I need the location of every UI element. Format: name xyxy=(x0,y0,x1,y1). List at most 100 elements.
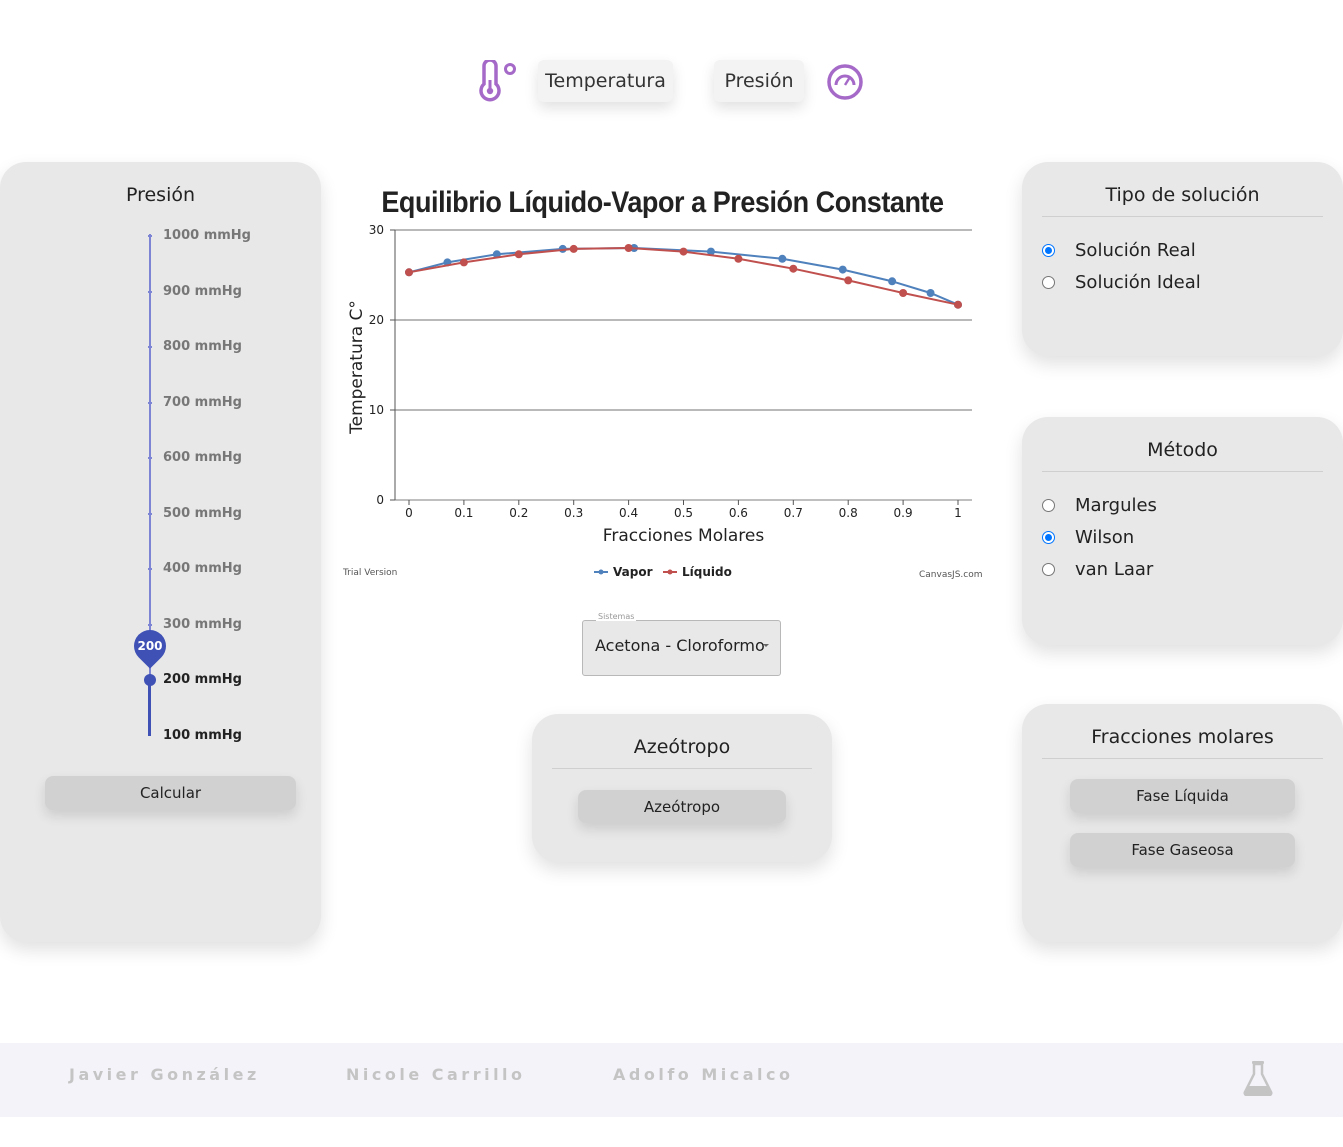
author-name: Javier González xyxy=(69,1065,260,1084)
slider-tick xyxy=(148,402,152,404)
author-name: Adolfo Micalco xyxy=(613,1065,794,1084)
footer: Javier González Nicole Carrillo Adolfo M… xyxy=(0,1043,1343,1117)
radio-real-solution[interactable]: Solución Real xyxy=(1042,240,1196,261)
data-point xyxy=(844,276,853,285)
divider xyxy=(1042,758,1323,759)
radio-button[interactable] xyxy=(1042,499,1055,512)
radio-margules[interactable]: Margules xyxy=(1042,495,1157,516)
solution-type-title: Tipo de solución xyxy=(1105,184,1260,206)
slider-tick-label: 600 mmHg xyxy=(163,450,242,465)
divider xyxy=(552,768,812,769)
slider-tick-label: 200 mmHg xyxy=(163,672,242,687)
slider-tick-label: 400 mmHg xyxy=(163,561,242,576)
radio-button[interactable] xyxy=(1042,276,1055,289)
azeotrope-button[interactable]: Azeótropo xyxy=(578,790,786,823)
temperature-mode-button[interactable]: Temperatura xyxy=(538,60,673,102)
method-panel: Método Margules Wilson van Laar xyxy=(1022,417,1343,645)
x-tick-label: 0 xyxy=(405,506,413,520)
method-panel-title: Método xyxy=(1147,439,1218,461)
y-tick-label: 10 xyxy=(369,403,384,417)
legend-marker xyxy=(667,569,673,575)
radio-button[interactable] xyxy=(1042,244,1055,257)
gas-phase-button[interactable]: Fase Gaseosa xyxy=(1070,833,1295,867)
x-tick-label: 0.2 xyxy=(509,506,528,520)
slider-value-label: 200 xyxy=(137,639,163,653)
slider-tick xyxy=(148,457,152,459)
data-point xyxy=(514,250,523,259)
calculate-button[interactable]: Calcular xyxy=(45,776,296,810)
system-select-legend: Sistemas xyxy=(596,612,637,621)
data-point xyxy=(789,264,798,273)
pressure-panel-title: Presión xyxy=(125,184,196,206)
data-point xyxy=(569,244,578,253)
legend-marker xyxy=(598,569,604,575)
thermometer-icon xyxy=(479,60,516,102)
y-tick-label: 0 xyxy=(376,493,384,507)
legend-label: Líquido xyxy=(682,565,732,579)
data-point xyxy=(778,254,787,263)
chevron-down-icon xyxy=(763,644,769,647)
radio-van-laar[interactable]: van Laar xyxy=(1042,559,1153,580)
data-point xyxy=(405,268,413,277)
slider-tick xyxy=(148,513,152,515)
data-point xyxy=(926,289,935,297)
slider-tick xyxy=(148,624,152,626)
divider xyxy=(1042,216,1323,217)
slider-tick-label: 1000 mmHg xyxy=(163,228,251,243)
radio-label: Solución Ideal xyxy=(1075,272,1201,293)
slider-tick xyxy=(148,235,152,237)
slider-tick xyxy=(148,291,152,293)
series-line xyxy=(408,246,959,306)
mode-selector-bar: Temperatura Presión xyxy=(0,60,1343,104)
slider-tick xyxy=(148,568,152,570)
radio-button[interactable] xyxy=(1042,531,1055,544)
pressure-panel: Presión 1000 mmHg 900 mmHg 800 mmHg 700 … xyxy=(0,162,321,942)
y-tick-label: 30 xyxy=(369,223,384,237)
slider-tick-label: 900 mmHg xyxy=(163,284,242,299)
data-point xyxy=(954,300,962,309)
x-tick-label: 0.5 xyxy=(674,506,693,520)
liquid-phase-button[interactable]: Fase Líquida xyxy=(1070,779,1295,813)
x-tick-label: 0.4 xyxy=(619,506,638,520)
pressure-slider-thumb[interactable] xyxy=(144,674,156,686)
x-axis-title: Fracciones Molares xyxy=(603,526,765,546)
legend-label: Vapor xyxy=(613,565,653,579)
data-point xyxy=(459,258,468,267)
slider-tick-label: 700 mmHg xyxy=(163,395,242,410)
chart-credits-link[interactable]: CanvasJS.com xyxy=(919,570,982,580)
chart-trial-watermark: Trial Version xyxy=(343,568,398,578)
x-tick-label: 0.9 xyxy=(894,506,913,520)
flask-icon xyxy=(1243,1061,1273,1096)
slider-tick-label: 800 mmHg xyxy=(163,339,242,354)
slider-tick-label: 500 mmHg xyxy=(163,506,242,521)
radio-button[interactable] xyxy=(1042,563,1055,576)
data-point xyxy=(888,277,897,286)
azeotrope-panel: Azeótropo Azeótropo xyxy=(532,714,832,862)
author-name: Nicole Carrillo xyxy=(346,1065,526,1084)
solution-type-panel: Tipo de solución Solución Real Solución … xyxy=(1022,162,1343,356)
radio-label: Solución Real xyxy=(1075,240,1196,261)
radio-label: Wilson xyxy=(1075,527,1135,548)
vle-chart: Equilibrio Líquido-Vapor a Presión Const… xyxy=(340,180,985,590)
radio-ideal-solution[interactable]: Solución Ideal xyxy=(1042,272,1201,293)
pressure-mode-button[interactable]: Presión xyxy=(714,60,804,102)
slider-tick-label: 300 mmHg xyxy=(163,617,242,632)
series-line xyxy=(408,246,959,306)
y-axis-title: Temperatura C° xyxy=(347,300,367,435)
chart-plot: 0 10 20 30 0 0.1 0.2 0.3 0.4 0.5 0.6 0.7 0.8 0.9 1 Frac… xyxy=(347,223,972,579)
data-point xyxy=(734,254,743,263)
pressure-slider-fill xyxy=(148,680,151,736)
data-point xyxy=(899,289,908,297)
x-tick-label: 0.7 xyxy=(784,506,803,520)
system-select[interactable]: Acetona - Cloroformo xyxy=(582,620,781,676)
data-point xyxy=(838,265,847,274)
x-tick-label: 0.6 xyxy=(729,506,748,520)
gauge-icon xyxy=(827,64,863,100)
system-select-value: Acetona - Cloroformo xyxy=(595,636,765,655)
y-tick-label: 20 xyxy=(369,313,384,327)
x-tick-label: 0.8 xyxy=(839,506,858,520)
radio-wilson[interactable]: Wilson xyxy=(1042,527,1134,548)
x-tick-label: 0.3 xyxy=(564,506,583,520)
radio-label: Margules xyxy=(1075,495,1157,516)
data-point xyxy=(679,247,688,256)
